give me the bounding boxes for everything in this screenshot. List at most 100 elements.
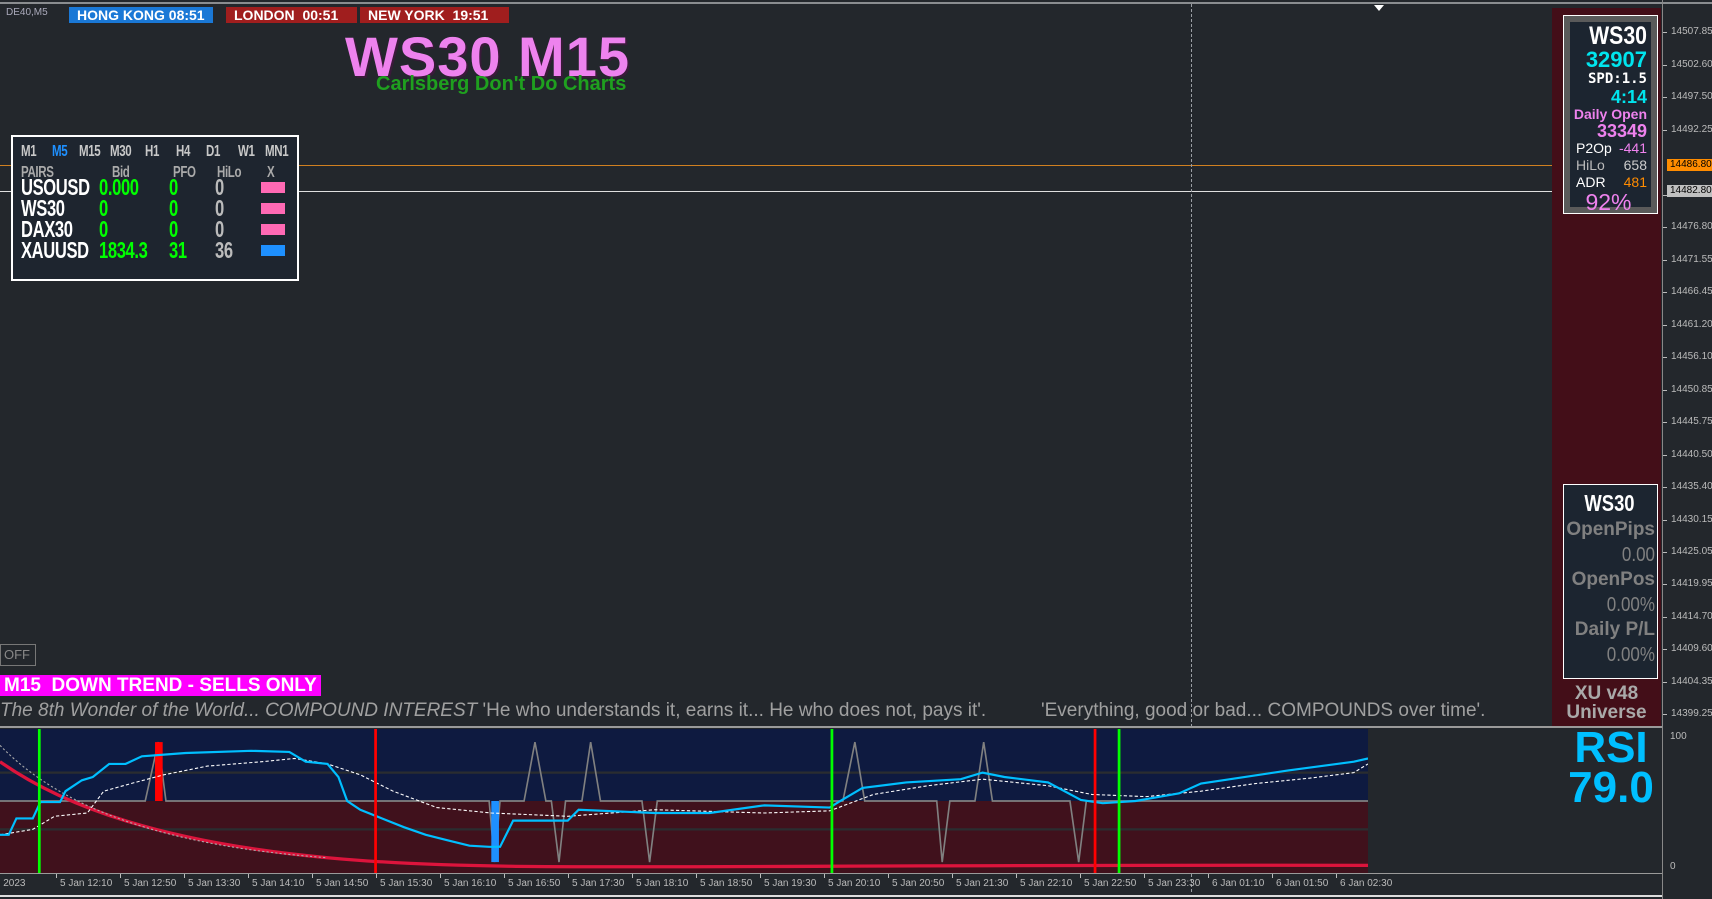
time-tick: 5 Jan 14:50	[311, 874, 369, 889]
rsi-axis-min: 0	[1670, 861, 1676, 872]
tf-m5[interactable]: M5	[52, 143, 68, 161]
price-tick: 14445.75	[1663, 415, 1712, 427]
time-tick: 5 Jan 15:30	[375, 874, 433, 889]
price-tick: 14471.55	[1663, 253, 1712, 265]
price-tick: 14419.95	[1663, 577, 1712, 589]
rsi-axis-max: 100	[1670, 731, 1687, 742]
time-tick: 5 Jan 18:50	[695, 874, 753, 889]
price-tick: 14450.85	[1663, 383, 1712, 395]
quote-line: The 8th Wonder of the World... COMPOUND …	[0, 700, 986, 722]
ask-price-tag: 14482.80	[1667, 185, 1712, 197]
time-tick: 6 Jan 01:50	[1271, 874, 1329, 889]
panel-separator[interactable]	[0, 726, 1662, 728]
time-tick: 5 Jan 20:10	[823, 874, 881, 889]
time-tick: 5 Jan 13:30	[183, 874, 241, 889]
time-tick: 5 Jan 20:50	[887, 874, 945, 889]
price-tick: 14435.40	[1663, 480, 1712, 492]
pair-hilo: 36	[215, 237, 233, 263]
p2op-label: P2Op	[1576, 140, 1612, 156]
overbought-zone	[0, 729, 1368, 801]
info-panel: WS30 32907 SPD:1.5 4:14 Daily Open 33349…	[1563, 15, 1658, 214]
chart-shift-marker[interactable]	[1374, 5, 1384, 11]
price-tick: 14461.20	[1663, 318, 1712, 330]
clock-london: LONDON 00:51	[226, 7, 357, 23]
price-tick: 14476.80	[1663, 220, 1712, 232]
pair-close-button[interactable]	[261, 224, 285, 235]
position-symbol: WS30	[1584, 490, 1635, 516]
clock-hong-kong: HONG KONG 08:51	[69, 7, 213, 23]
price-tick: 14425.05	[1663, 545, 1712, 557]
info-spread: SPD:1.5	[1587, 71, 1647, 87]
pairs-table: M1 M5 M15 M30 H1 H4 D1 W1 MN1 PAIRS Bid …	[11, 135, 299, 281]
time-axis-border	[0, 873, 1662, 874]
tf-m30[interactable]: M30	[110, 143, 132, 161]
rsi-value: 79.0	[1568, 763, 1654, 812]
price-tick: 14409.60	[1663, 642, 1712, 654]
brand-line2: Universe	[1566, 702, 1647, 723]
price-tick: 14507.85	[1663, 26, 1712, 37]
buy-signal-bar	[491, 801, 499, 863]
window-bottom-border	[0, 895, 1662, 897]
price-tick: 14502.60	[1663, 58, 1712, 70]
brand-label: XU v48 Universe	[1552, 684, 1661, 722]
time-tick: 5 Jan 23:30	[1143, 874, 1201, 889]
time-tick: 5 Jan 22:10	[1015, 874, 1073, 889]
tf-m1[interactable]: M1	[21, 143, 37, 161]
rsi-label: RSI	[1574, 723, 1648, 772]
price-tick: 14497.50	[1663, 90, 1712, 102]
pair-close-button[interactable]	[261, 182, 285, 193]
price-tick: 14466.45	[1663, 285, 1712, 297]
time-tick: 5 Jan 2023	[0, 878, 26, 889]
tf-d1[interactable]: D1	[206, 143, 220, 161]
rsi-readout: RSI 79.0	[1561, 723, 1661, 812]
pair-pfo: 31	[169, 237, 187, 263]
brand-line1: XU v48	[1574, 683, 1639, 704]
tf-w1[interactable]: W1	[238, 143, 255, 161]
tf-mn1[interactable]: MN1	[265, 143, 289, 161]
tf-h1[interactable]: H1	[145, 143, 159, 161]
hilo-value: 658	[1623, 157, 1647, 173]
price-tick: 14404.35	[1663, 675, 1712, 687]
price-tick: 14456.10	[1663, 350, 1712, 362]
off-button[interactable]: OFF	[0, 644, 36, 666]
sell-signal-bar	[155, 742, 163, 801]
info-timer: 4:14	[1610, 87, 1647, 107]
time-tick: 5 Jan 22:50	[1079, 874, 1137, 889]
position-panel: WS30 OpenPips 0.00 OpenPos 0.00% Daily P…	[1563, 484, 1658, 679]
hilo-label: HiLo	[1576, 157, 1605, 173]
pair-close-button[interactable]	[261, 245, 285, 256]
bid-price-tag: 14486.80	[1667, 159, 1712, 171]
open-pips-value: 0.00	[1621, 544, 1655, 566]
time-tick: 5 Jan 12:10	[55, 874, 113, 889]
time-tick: 5 Jan 21:30	[951, 874, 1009, 889]
time-tick: 5 Jan 16:10	[439, 874, 497, 889]
pair-name[interactable]: XAUUSD	[21, 237, 89, 264]
info-price: 32907	[1585, 47, 1647, 72]
tf-m15[interactable]: M15	[79, 143, 101, 161]
time-tick: 6 Jan 02:30	[1335, 874, 1393, 889]
header-x: X	[267, 164, 275, 181]
info-percent: 92%	[1585, 189, 1632, 215]
time-tick: 5 Jan 18:10	[631, 874, 689, 889]
price-tick: 14414.70	[1663, 610, 1712, 622]
daily-open-label: Daily Open	[1573, 106, 1647, 122]
pair-close-button[interactable]	[261, 203, 285, 214]
tf-h4[interactable]: H4	[176, 143, 190, 161]
price-tick: 14440.50	[1663, 448, 1712, 460]
p2op-value: -441	[1618, 140, 1647, 156]
time-tick: 5 Jan 12:50	[119, 874, 177, 889]
open-pos-value: 0.00%	[1606, 594, 1655, 616]
time-tick: 5 Jan 17:30	[567, 874, 625, 889]
daily-pl-value: 0.00%	[1606, 644, 1655, 666]
price-axis[interactable]: 14399.25 14404.35 14409.60 14414.70 14419.95…	[1662, 0, 1712, 899]
time-axis[interactable]: 5 Jan 2023 5 Jan 12:10 5 Jan 12:50 5 Jan 13…	[0, 874, 1662, 891]
price-tick: 14430.15	[1663, 513, 1712, 525]
price-tick: 14399.25	[1663, 707, 1712, 719]
chart-symbol: DE40,M5	[6, 7, 48, 18]
quote-italic: The 8th Wonder of the World... COMPOUND …	[0, 700, 478, 721]
oversold-zone	[0, 801, 1368, 873]
price-tick: 14492.25	[1663, 123, 1712, 135]
window-top-border	[0, 2, 1712, 4]
chart-subtitle: Carlsberg Don't Do Charts	[376, 73, 627, 95]
open-pips-label: OpenPips	[1566, 519, 1655, 540]
